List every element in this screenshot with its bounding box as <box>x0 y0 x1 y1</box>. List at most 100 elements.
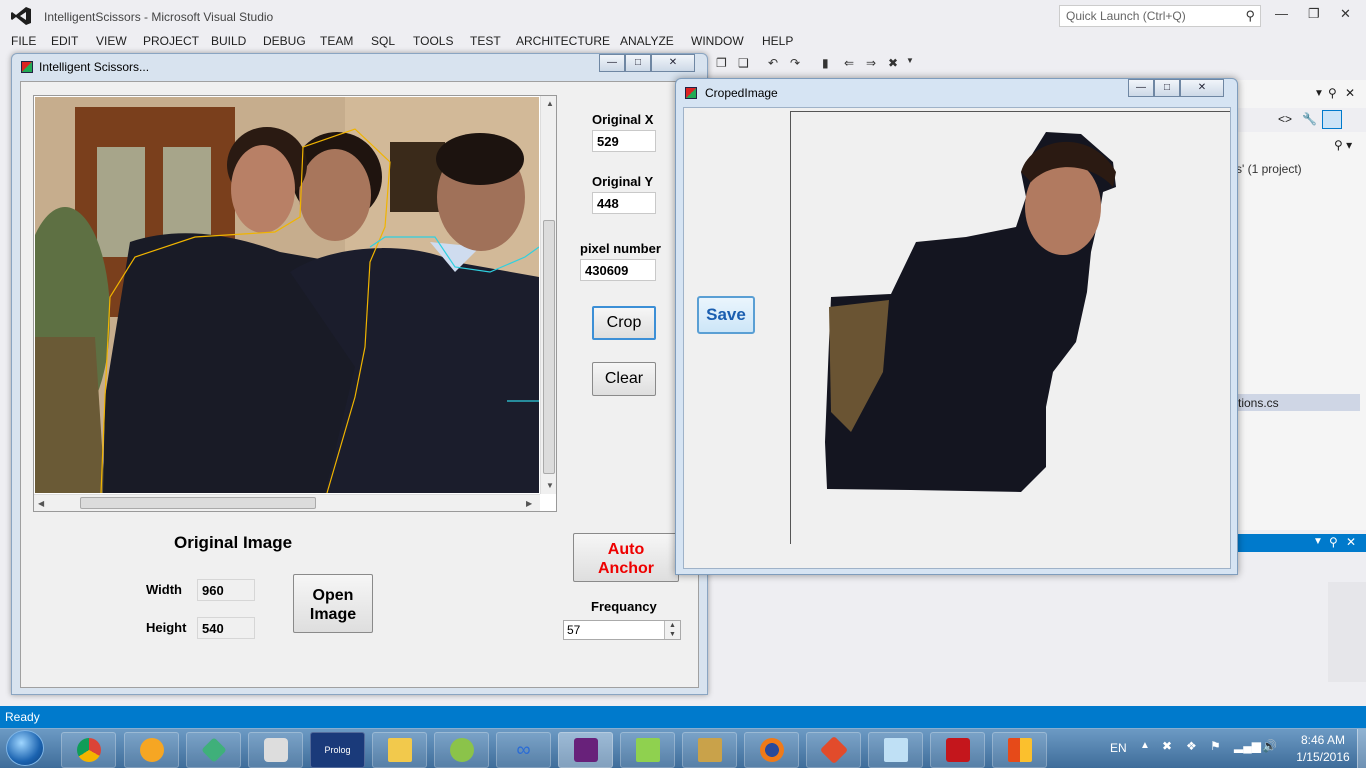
taskbar-chrome[interactable] <box>61 732 116 768</box>
menu-architecture[interactable]: ARCHITECTURE <box>516 34 610 48</box>
panel-dropdown-icon[interactable]: ▼ <box>1314 88 1324 99</box>
menu-analyze[interactable]: ANALYZE <box>620 34 674 48</box>
bookmark-icon[interactable]: ▮ <box>822 56 829 70</box>
code-icon[interactable]: <> <box>1278 112 1292 126</box>
menu-team[interactable]: TEAM <box>320 34 353 48</box>
taskbar-prolog[interactable]: Prolog <box>310 732 365 768</box>
original-x-field[interactable]: 529 <box>592 130 656 152</box>
dropbox-icon[interactable]: ❖ <box>1186 739 1197 753</box>
original-photo[interactable] <box>35 97 539 493</box>
vertical-scroll-thumb[interactable] <box>543 220 555 474</box>
clear-button[interactable]: Clear <box>592 362 656 396</box>
pixel-number-label: pixel number <box>580 241 661 256</box>
panel-dropdown-icon[interactable]: ▼ <box>1313 536 1323 547</box>
copy-icon[interactable]: ❐ <box>716 56 727 70</box>
auto-anchor-button[interactable]: Auto Anchor <box>573 533 679 582</box>
pin-icon[interactable]: ⚲ <box>1328 86 1337 100</box>
original-image-viewport[interactable]: ▲ ▼ ◀ ▶ <box>33 95 557 512</box>
menu-edit[interactable]: EDIT <box>51 34 78 48</box>
vertical-scrollbar[interactable]: ▲ ▼ <box>540 96 556 494</box>
menu-tools[interactable]: TOOLS <box>413 34 453 48</box>
visual-studio-icon <box>573 738 598 762</box>
language-indicator[interactable]: EN <box>1110 741 1127 755</box>
scissors-title-bar[interactable]: Intelligent Scissors... — □ ✕ <box>12 54 707 80</box>
redo-icon[interactable]: ↷ <box>790 56 800 70</box>
menu-file[interactable]: FILE <box>11 34 36 48</box>
prolog-label: Prolog <box>324 745 351 755</box>
menu-view[interactable]: VIEW <box>96 34 127 48</box>
minimize-icon[interactable]: — <box>1275 6 1288 21</box>
panel-close-icon[interactable]: ✕ <box>1346 535 1356 549</box>
network-error-icon[interactable]: ✖ <box>1162 739 1172 753</box>
git-icon <box>819 735 848 765</box>
taskbar-notes[interactable] <box>868 732 923 768</box>
toolbar-overflow-icon[interactable]: ▼ <box>906 56 914 65</box>
taskbar-file-explorer[interactable] <box>372 732 427 768</box>
signal-icon[interactable]: ▂▄▆ <box>1234 739 1261 753</box>
clock-time[interactable]: 8:46 AM <box>1293 733 1353 747</box>
show-desktop-button[interactable] <box>1357 729 1366 768</box>
undo-icon[interactable]: ↶ <box>768 56 778 70</box>
menu-window[interactable]: WINDOW <box>691 34 744 48</box>
scroll-up-icon[interactable]: ▲ <box>546 99 554 108</box>
volume-icon[interactable]: 🔊 <box>1262 739 1277 753</box>
panel-close-icon[interactable]: ✕ <box>1345 86 1355 100</box>
frequancy-input[interactable]: 57 ▲ ▼ <box>563 620 681 640</box>
menu-project[interactable]: PROJECT <box>143 34 199 48</box>
taskbar-office[interactable] <box>992 732 1047 768</box>
quick-launch-input[interactable]: Quick Launch (Ctrl+Q) ⚲ <box>1059 5 1261 27</box>
taskbar-acrobat[interactable] <box>930 732 985 768</box>
taskbar-media-player[interactable] <box>248 732 303 768</box>
frequancy-spinner[interactable]: ▲ ▼ <box>664 621 680 639</box>
horizontal-scroll-thumb[interactable] <box>80 497 316 509</box>
start-button[interactable] <box>6 730 44 766</box>
menu-help[interactable]: HELP <box>762 34 793 48</box>
clear-bookmarks-icon[interactable]: ✖ <box>888 56 898 70</box>
maximize-button[interactable]: □ <box>625 54 651 72</box>
save-button[interactable]: Save <box>697 296 755 334</box>
original-y-field[interactable]: 448 <box>592 192 656 214</box>
taskbar-firefox[interactable] <box>744 732 799 768</box>
vs-menu-bar: FILE EDIT VIEW PROJECT BUILD DEBUG TEAM … <box>0 32 1366 50</box>
crop-button[interactable]: Crop <box>592 306 656 340</box>
taskbar-git[interactable] <box>806 732 861 768</box>
close-icon[interactable]: ✕ <box>1340 6 1351 22</box>
restore-icon[interactable]: ❐ <box>1308 6 1320 22</box>
menu-sql[interactable]: SQL <box>371 34 395 48</box>
open-image-button[interactable]: Open Image <box>293 574 373 633</box>
paste-icon[interactable]: ❑ <box>738 56 749 70</box>
taskbar-app-3[interactable] <box>186 732 241 768</box>
wrench-icon[interactable]: 🔧 <box>1302 112 1317 126</box>
sync-icon[interactable] <box>1322 110 1342 129</box>
show-hidden-icons-icon[interactable]: ▲ <box>1140 740 1150 751</box>
taskbar-app-2[interactable] <box>124 732 179 768</box>
solution-file-item[interactable]: tions.cs <box>1236 394 1360 411</box>
next-bookmark-icon[interactable]: ⇒ <box>866 56 876 70</box>
menu-debug[interactable]: DEBUG <box>263 34 306 48</box>
menu-test[interactable]: TEST <box>470 34 501 48</box>
maximize-button[interactable]: □ <box>1154 79 1180 97</box>
horizontal-scrollbar[interactable]: ◀ ▶ <box>34 494 540 511</box>
minimize-button[interactable]: — <box>1128 79 1154 97</box>
close-button[interactable]: ✕ <box>651 54 695 72</box>
security-icon[interactable]: ⚑ <box>1210 739 1221 753</box>
search-icon[interactable]: ⚲ <box>1245 8 1255 24</box>
search-icon[interactable]: ⚲ ▾ <box>1334 138 1352 152</box>
infinity-icon: ∞ <box>516 738 531 761</box>
frequancy-label: Frequancy <box>591 599 657 614</box>
scroll-right-icon[interactable]: ▶ <box>526 499 532 508</box>
taskbar-infinity[interactable]: ∞ <box>496 732 551 768</box>
scroll-down-icon[interactable]: ▼ <box>546 481 554 490</box>
pixel-number-field[interactable]: 430609 <box>580 259 656 281</box>
taskbar-eclipse[interactable] <box>434 732 489 768</box>
scroll-left-icon[interactable]: ◀ <box>38 499 44 508</box>
prev-bookmark-icon[interactable]: ⇐ <box>844 56 854 70</box>
clock-date[interactable]: 1/15/2016 <box>1288 750 1358 764</box>
menu-build[interactable]: BUILD <box>211 34 246 48</box>
minimize-button[interactable]: — <box>599 54 625 72</box>
taskbar-visual-studio[interactable] <box>558 732 613 768</box>
taskbar-tools[interactable] <box>682 732 737 768</box>
close-button[interactable]: ✕ <box>1180 79 1224 97</box>
taskbar-notepadpp[interactable] <box>620 732 675 768</box>
pin-icon[interactable]: ⚲ <box>1329 535 1338 549</box>
